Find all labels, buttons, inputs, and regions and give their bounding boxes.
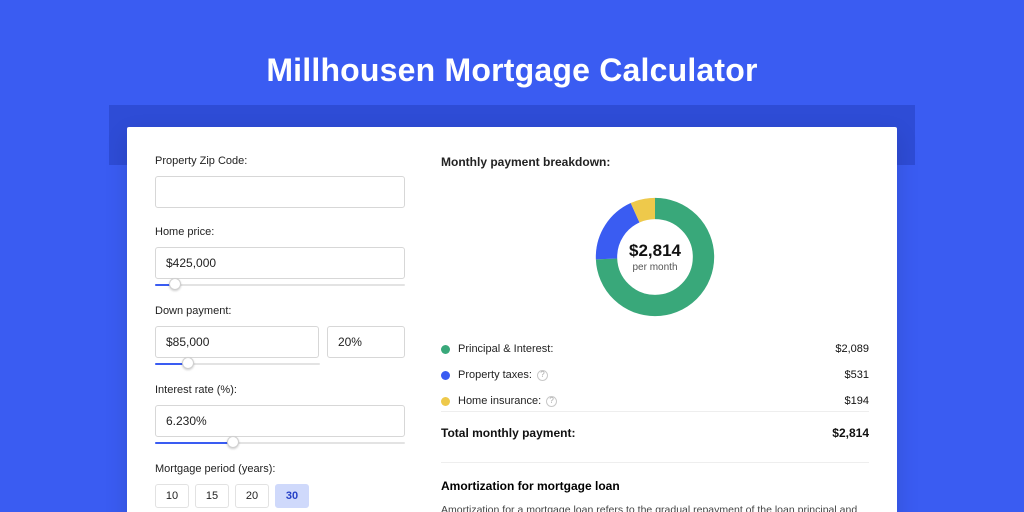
legend-value: $531 xyxy=(845,369,869,381)
period-tab-20[interactable]: 20 xyxy=(235,484,269,508)
period-field: Mortgage period (years): 10152030 xyxy=(155,463,405,508)
rate-field: Interest rate (%): xyxy=(155,384,405,445)
period-tab-10[interactable]: 10 xyxy=(155,484,189,508)
page-root: Millhousen Mortgage Calculator Property … xyxy=(0,0,1024,512)
period-label: Mortgage period (years): xyxy=(155,463,405,475)
legend: Principal & Interest: $2,089 Property taxe… xyxy=(441,343,869,407)
zip-label: Property Zip Code: xyxy=(155,155,405,167)
breakdown-heading: Monthly payment breakdown: xyxy=(441,155,869,169)
form-panel: Property Zip Code: Home price: Down paym… xyxy=(155,155,405,512)
donut-center-sub: per month xyxy=(632,262,677,273)
total-row: Total monthly payment: $2,814 xyxy=(441,411,869,440)
rate-slider-thumb[interactable] xyxy=(227,436,239,448)
rate-input[interactable] xyxy=(155,405,405,437)
price-input[interactable] xyxy=(155,247,405,279)
down-amount-input[interactable] xyxy=(155,326,319,358)
down-percent-input[interactable] xyxy=(327,326,405,358)
price-slider-thumb[interactable] xyxy=(169,278,181,290)
help-icon[interactable]: ? xyxy=(537,370,548,381)
period-tabs: 10152030 xyxy=(155,484,405,508)
zip-field: Property Zip Code: xyxy=(155,155,405,208)
legend-dot xyxy=(441,345,450,354)
amortization-body: Amortization for a mortgage loan refers … xyxy=(441,503,869,512)
legend-row: Property taxes:? $531 xyxy=(441,369,869,381)
total-label: Total monthly payment: xyxy=(441,426,575,440)
legend-row: Home insurance:? $194 xyxy=(441,395,869,407)
down-slider[interactable] xyxy=(155,362,320,366)
help-icon[interactable]: ? xyxy=(546,396,557,407)
period-tab-30[interactable]: 30 xyxy=(275,484,309,508)
rate-slider[interactable] xyxy=(155,441,405,445)
donut-chart-wrap: $2,814 per month xyxy=(441,177,869,337)
amortization-section: Amortization for mortgage loan Amortizat… xyxy=(441,462,869,512)
amortization-heading: Amortization for mortgage loan xyxy=(441,479,869,493)
price-label: Home price: xyxy=(155,226,405,238)
price-slider[interactable] xyxy=(155,283,405,287)
legend-dot xyxy=(441,397,450,406)
legend-row: Principal & Interest: $2,089 xyxy=(441,343,869,355)
period-tab-15[interactable]: 15 xyxy=(195,484,229,508)
rate-label: Interest rate (%): xyxy=(155,384,405,396)
legend-value: $2,089 xyxy=(835,343,869,355)
donut-chart: $2,814 per month xyxy=(591,193,719,321)
donut-center-amount: $2,814 xyxy=(629,241,681,261)
down-label: Down payment: xyxy=(155,305,405,317)
legend-label: Home insurance: xyxy=(458,395,541,407)
legend-value: $194 xyxy=(845,395,869,407)
down-slider-thumb[interactable] xyxy=(182,357,194,369)
calculator-card: Property Zip Code: Home price: Down paym… xyxy=(127,127,897,512)
breakdown-panel: Monthly payment breakdown: $2,814 per mo… xyxy=(441,155,869,512)
legend-label: Property taxes: xyxy=(458,369,532,381)
page-title: Millhousen Mortgage Calculator xyxy=(0,52,1024,89)
total-value: $2,814 xyxy=(832,426,869,440)
zip-input[interactable] xyxy=(155,176,405,208)
price-field: Home price: xyxy=(155,226,405,287)
down-field: Down payment: xyxy=(155,305,405,366)
legend-label: Principal & Interest: xyxy=(458,343,553,355)
legend-dot xyxy=(441,371,450,380)
